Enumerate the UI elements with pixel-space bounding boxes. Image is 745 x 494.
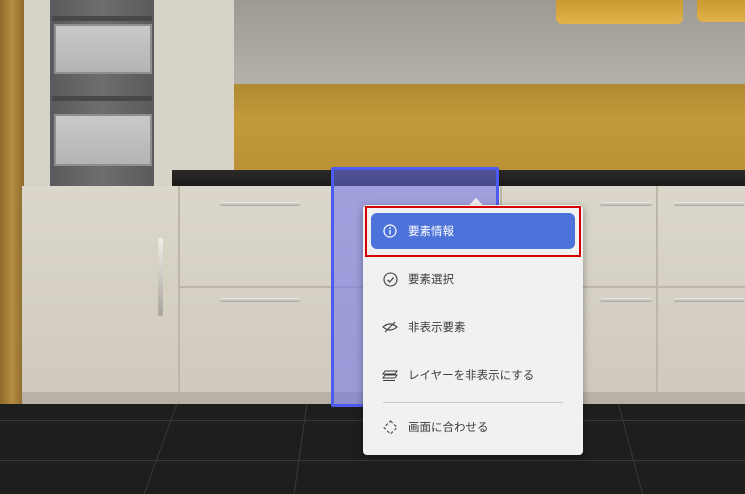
drawer-handle — [600, 202, 652, 206]
drawer-handle — [220, 298, 300, 302]
oven-trim — [52, 16, 152, 21]
eye-off-icon — [382, 319, 398, 335]
check-circle-icon — [382, 271, 398, 287]
menu-item-label: 画面に合わせる — [408, 420, 489, 434]
layers-icon — [382, 367, 398, 383]
highlight-box — [365, 206, 581, 257]
upper-cabinet — [697, 0, 745, 22]
menu-item-select-element[interactable]: 要素選択 — [371, 261, 575, 297]
oven-door — [54, 114, 152, 166]
fit-screen-icon — [382, 419, 398, 435]
drawer-handle — [220, 202, 300, 206]
menu-item-label: 要素選択 — [408, 272, 454, 286]
cabinet-handle — [158, 238, 163, 316]
menu-item-label: レイヤーを非表示にする — [408, 368, 535, 382]
cabinet-divider — [178, 186, 180, 392]
menu-item-hide-layer[interactable]: レイヤーを非表示にする — [371, 357, 575, 393]
menu-item-fit-to-screen[interactable]: 画面に合わせる — [371, 409, 575, 445]
menu-item-label: 非表示要素 — [408, 320, 466, 334]
drawer-handle — [600, 298, 652, 302]
upper-cabinet — [556, 0, 683, 24]
cabinet-divider — [656, 186, 658, 392]
wood-panel — [0, 0, 24, 410]
menu-item-hide-element[interactable]: 非表示要素 — [371, 309, 575, 345]
drawer-handle — [674, 202, 745, 206]
drawer-handle — [674, 298, 745, 302]
oven-trim — [52, 96, 152, 101]
backsplash — [233, 84, 745, 174]
menu-separator — [383, 402, 563, 403]
oven-door — [54, 24, 152, 74]
